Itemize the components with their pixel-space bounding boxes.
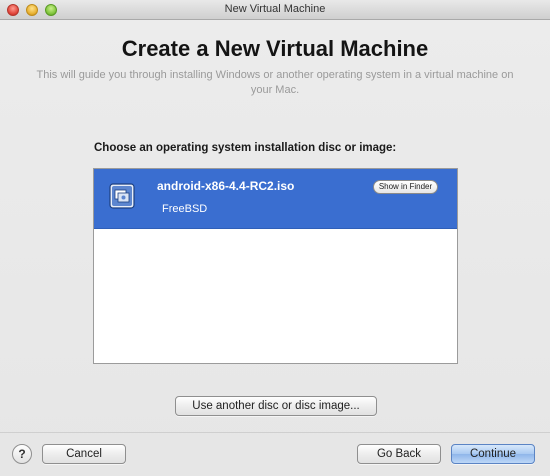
- choose-disc-label: Choose an operating system installation …: [94, 142, 397, 154]
- disc-list-item[interactable]: android-x86-4.4-RC2.iso FreeBSD Show in …: [94, 169, 457, 229]
- show-in-finder-button[interactable]: Show in Finder: [373, 180, 438, 194]
- go-back-button[interactable]: Go Back: [357, 444, 441, 464]
- disc-image-icon: [109, 183, 135, 209]
- new-vm-window: New Virtual Machine Create a New Virtual…: [0, 0, 550, 476]
- page-title: Create a New Virtual Machine: [121, 36, 429, 61]
- disc-os-type: FreeBSD: [162, 203, 208, 215]
- title-bar: New Virtual Machine: [0, 0, 550, 20]
- disc-image-list[interactable]: android-x86-4.4-RC2.iso FreeBSD Show in …: [93, 168, 458, 364]
- page-subtitle: This will guide you through installing W…: [36, 69, 514, 96]
- help-button[interactable]: ?: [12, 444, 32, 464]
- use-another-disc-button[interactable]: Use another disc or disc image...: [175, 396, 377, 416]
- footer-divider: [0, 432, 550, 433]
- window-title: New Virtual Machine: [224, 3, 326, 15]
- continue-button[interactable]: Continue: [451, 444, 535, 464]
- disc-name: android-x86-4.4-RC2.iso: [157, 179, 295, 193]
- cancel-button[interactable]: Cancel: [42, 444, 126, 464]
